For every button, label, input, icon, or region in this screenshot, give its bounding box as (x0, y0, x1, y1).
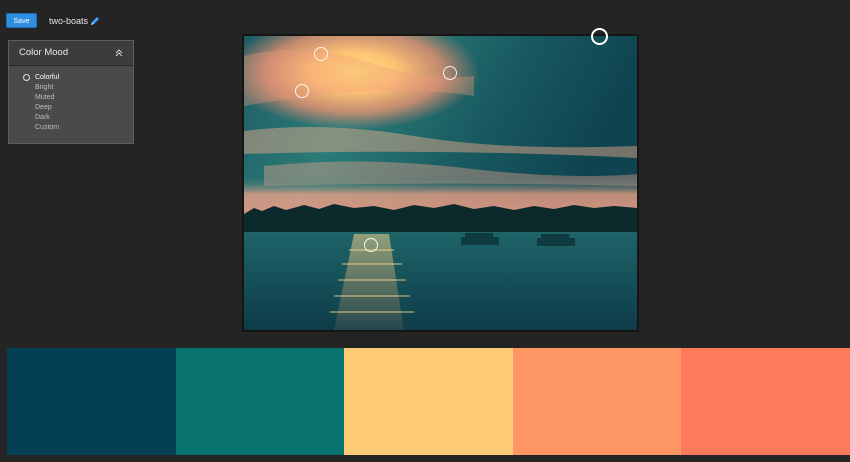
color-picker-circle[interactable] (364, 238, 378, 252)
color-picker-circle[interactable] (314, 47, 328, 61)
mood-option-label: Custom (35, 124, 60, 131)
color-picker-circle-active[interactable] (590, 27, 608, 45)
color-picker-circle[interactable] (295, 84, 309, 98)
mood-option-label: Bright (35, 84, 54, 91)
color-swatch-1[interactable] (7, 348, 176, 455)
color-mood-header[interactable]: Color Mood (9, 41, 133, 66)
mood-option-label: Deep (35, 104, 52, 111)
mood-option-custom[interactable]: Custom (9, 123, 133, 133)
color-picker-circle[interactable] (443, 66, 457, 80)
chevron-up-double-icon[interactable] (114, 48, 124, 58)
color-swatch-5[interactable] (681, 348, 850, 455)
color-mood-panel: Color Mood Colorful Bright Muted Deep Da… (8, 40, 134, 144)
source-photo (244, 36, 637, 330)
mood-option-dark[interactable]: Dark (9, 113, 133, 123)
color-mood-title: Color Mood (19, 47, 69, 58)
mood-option-label: Colorful (35, 74, 60, 81)
mood-option-muted[interactable]: Muted (9, 93, 133, 103)
color-swatch-3[interactable] (344, 348, 513, 455)
image-canvas[interactable] (242, 34, 639, 332)
document-title[interactable]: two-boats (49, 15, 88, 27)
save-button[interactable]: Save (6, 13, 37, 28)
mood-option-label: Dark (35, 114, 50, 121)
color-swatch-2[interactable] (175, 348, 345, 455)
color-palette (7, 348, 850, 455)
mood-option-label: Muted (35, 94, 55, 101)
pencil-icon[interactable] (90, 16, 100, 26)
radio-icon[interactable] (23, 74, 30, 81)
mood-option-deep[interactable]: Deep (9, 103, 133, 113)
mood-option-bright[interactable]: Bright (9, 83, 133, 93)
color-mood-options: Colorful Bright Muted Deep Dark Custom (9, 73, 133, 133)
mood-option-colorful[interactable]: Colorful (9, 73, 133, 83)
color-swatch-4[interactable] (512, 348, 682, 455)
